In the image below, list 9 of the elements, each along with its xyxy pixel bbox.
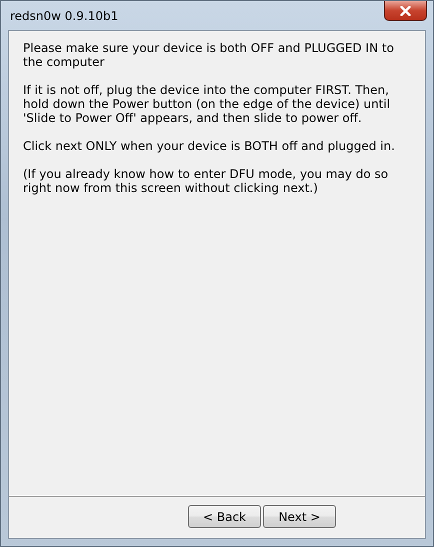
instruction-text: (If you already know how to enter DFU mode, you may do so right now from this screen without clicking next.) [23, 167, 390, 195]
close-icon [400, 6, 411, 16]
next-button[interactable]: Next > [263, 505, 336, 528]
back-button[interactable]: < Back [188, 505, 261, 528]
instruction-text: Please make sure your device is both OFF and PLUGGED IN to the computer [23, 41, 395, 69]
instruction-text: If it is not off, plug the device into the computer FIRST. Then, hold down the Power button (on the edge of the device) until 'Slide to Power Off' appears, and then slide to power off. [23, 83, 392, 125]
instruction-text: Click next ONLY when your device is BOTH off and plugged in. [23, 139, 396, 153]
window-title: redsn0w 0.9.10b1 [9, 8, 118, 22]
close-button[interactable] [384, 1, 427, 21]
